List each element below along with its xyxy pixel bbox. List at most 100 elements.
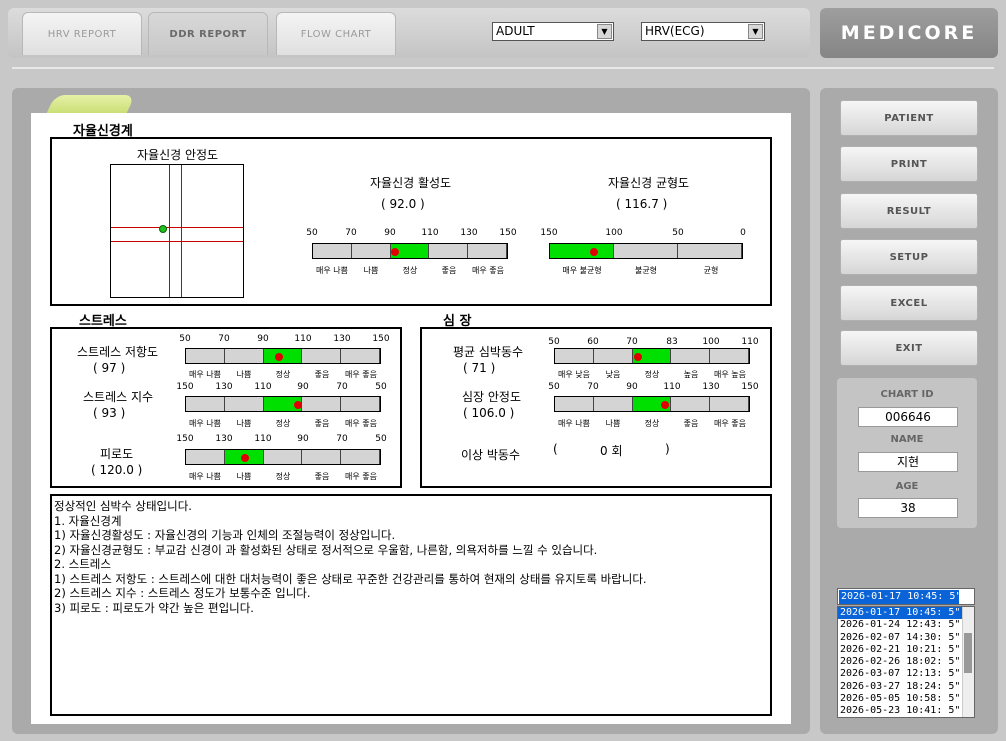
scale-label: 매우 좋음	[345, 472, 377, 481]
tick-label: 50	[179, 334, 191, 344]
chevron-down-icon[interactable]: ▼	[748, 24, 763, 39]
tick-label: 130	[333, 334, 351, 344]
record-combo-value: 2026-01-17 10:45: 5"	[839, 590, 959, 604]
population-select[interactable]: ADULT ▼	[492, 22, 614, 41]
scrollbar-thumb[interactable]	[964, 633, 972, 673]
fatigue-gauge	[185, 449, 381, 465]
print-button[interactable]: PRINT	[840, 146, 978, 182]
ans-balance-scale: 매우 불균형 불균형 균형	[549, 265, 743, 277]
chevron-down-icon[interactable]: ▼	[597, 24, 612, 39]
divider	[12, 67, 994, 69]
comment-line: 1) 자율신경활성도 : 자율신경의 기능과 인체의 조절능력이 정상입니다.	[54, 528, 396, 542]
heart-stability-ticks: 50 70 90 110 130 150	[548, 382, 758, 394]
list-item[interactable]: 2026-05-23 10:41: 5"	[838, 705, 962, 717]
stress-index-ticks: 150 130 110 90 70 50	[176, 382, 386, 394]
scale-label: 매우 나쁨	[189, 370, 221, 379]
comment-box[interactable]: 정상적인 심박수 상태입니다. 1. 자율신경계 1) 자율신경활성도 : 자율…	[50, 494, 772, 716]
tick-label: 70	[587, 382, 599, 392]
age-field[interactable]: 38	[858, 498, 958, 518]
heart-rate-label: 평균 심박동수	[453, 345, 524, 359]
arrhythmia-open: (	[553, 442, 558, 456]
stress-index-label: 스트레스 지수	[83, 390, 154, 404]
stress-resistance-value: ( 97 )	[93, 361, 126, 375]
excel-button[interactable]: EXCEL	[840, 285, 978, 321]
patient-button[interactable]: PATIENT	[840, 100, 978, 136]
list-item[interactable]: 2026-01-24 12:43: 5"	[838, 619, 962, 631]
brand-logo: MEDICORE	[820, 8, 998, 58]
scale-label: 매우 좋음	[714, 419, 746, 428]
heart-stability-scale: 매우 나쁨 나쁨 정상 좋음 매우 좋음	[554, 418, 750, 430]
stress-index-marker	[294, 401, 302, 409]
list-item[interactable]: 2026-03-07 12:13: 5"	[838, 668, 962, 680]
tick-label: 130	[460, 228, 478, 238]
name-field[interactable]: 지현	[858, 452, 958, 472]
tick-label: 110	[663, 382, 681, 392]
fatigue-scale: 매우 나쁨 나쁨 정상 좋음 매우 좋음	[185, 471, 381, 483]
fatigue-value: ( 120.0 )	[91, 463, 143, 477]
name-label: NAME	[890, 434, 924, 445]
heart-rate-marker	[634, 353, 642, 361]
tick-label: 150	[499, 228, 517, 238]
tick-label: 90	[257, 334, 269, 344]
tick-label: 90	[626, 382, 638, 392]
comment-line: 정상적인 심박수 상태입니다.	[54, 499, 192, 513]
signal-select[interactable]: HRV(ECG) ▼	[641, 22, 765, 41]
scale-label: 매우 나쁨	[558, 419, 590, 428]
tick-label: 130	[215, 382, 233, 392]
ans-stability-plot	[110, 164, 244, 298]
scale-label: 좋음	[314, 370, 330, 379]
list-item[interactable]: 2026-02-21 10:21: 5"	[838, 644, 962, 656]
scale-label: 좋음	[314, 472, 330, 481]
ans-activity-title: 자율신경 활성도	[370, 176, 452, 190]
scale-label: 정상	[644, 419, 660, 428]
list-item[interactable]: 2026-02-26 18:02: 5"	[838, 656, 962, 668]
setup-button[interactable]: SETUP	[840, 239, 978, 275]
scale-label: 정상	[644, 370, 660, 379]
tick-label: 50	[548, 337, 560, 347]
tick-label: 150	[372, 334, 390, 344]
tick-label: 90	[384, 228, 396, 238]
tick-label: 70	[218, 334, 230, 344]
stress-index-scale: 매우 나쁨 나쁨 정상 좋음 매우 좋음	[185, 418, 381, 430]
heart-stability-marker	[661, 401, 669, 409]
tick-label: 70	[336, 382, 348, 392]
stability-point	[159, 225, 167, 233]
tab-flow-chart[interactable]: FLOW CHART	[276, 12, 396, 55]
heart-stability-label: 심장 안정도	[462, 390, 522, 404]
ans-activity-scale: 매우 나쁨 나쁨 정상 좋음 매우 좋음	[312, 265, 508, 277]
plot-line	[111, 241, 243, 242]
tab-hrv-report[interactable]: HRV REPORT	[22, 12, 142, 55]
plot-line	[181, 165, 182, 297]
tab-ddr-report[interactable]: DDR REPORT	[148, 12, 268, 55]
list-item[interactable]: 2026-02-07 14:30: 5"	[838, 632, 962, 644]
scale-label: 균형	[703, 266, 719, 275]
plot-line	[111, 227, 243, 228]
tick-label: 83	[666, 337, 678, 347]
stress-index-gauge	[185, 396, 381, 412]
record-combo[interactable]: 2026-01-17 10:45: 5"	[837, 588, 975, 605]
ans-balance-value: ( 116.7 )	[616, 197, 668, 211]
list-item[interactable]: 2026-03-27 18:24: 5"	[838, 681, 962, 693]
record-list[interactable]: 2026-01-17 10:45: 5" 2026-01-24 12:43: 5…	[837, 606, 975, 718]
list-item[interactable]: 2026-05-05 10:58: 5"	[838, 693, 962, 705]
tick-label: 150	[741, 382, 759, 392]
result-button[interactable]: RESULT	[840, 193, 978, 229]
ans-balance-ticks: 150 100 50 0	[540, 228, 745, 240]
tick-label: 110	[741, 337, 759, 347]
exit-button[interactable]: EXIT	[840, 330, 978, 366]
fatigue-label: 피로도	[100, 447, 134, 461]
list-item[interactable]: 2026-01-17 10:45: 5"	[838, 607, 962, 620]
tick-label: 60	[587, 337, 599, 347]
scale-label: 좋음	[683, 419, 699, 428]
comment-line: 2) 스트레스 지수 : 스트레스 정도가 보통수준 입니다.	[54, 586, 311, 600]
scale-label: 매우 나쁨	[316, 266, 348, 275]
tick-label: 110	[421, 228, 439, 238]
scale-label: 매우 좋음	[472, 266, 504, 275]
scale-label: 나쁨	[363, 266, 379, 275]
arrhythmia-value: 0 회	[600, 444, 623, 458]
stress-index-value: ( 93 )	[93, 406, 126, 420]
comment-line: 2) 자율신경균형도 : 부교감 신경이 과 활성화된 상태로 정서적으로 우울…	[54, 542, 598, 557]
tick-label: 100	[702, 337, 720, 347]
chart-id-field[interactable]: 006646	[858, 407, 958, 427]
activity-marker	[391, 248, 399, 256]
